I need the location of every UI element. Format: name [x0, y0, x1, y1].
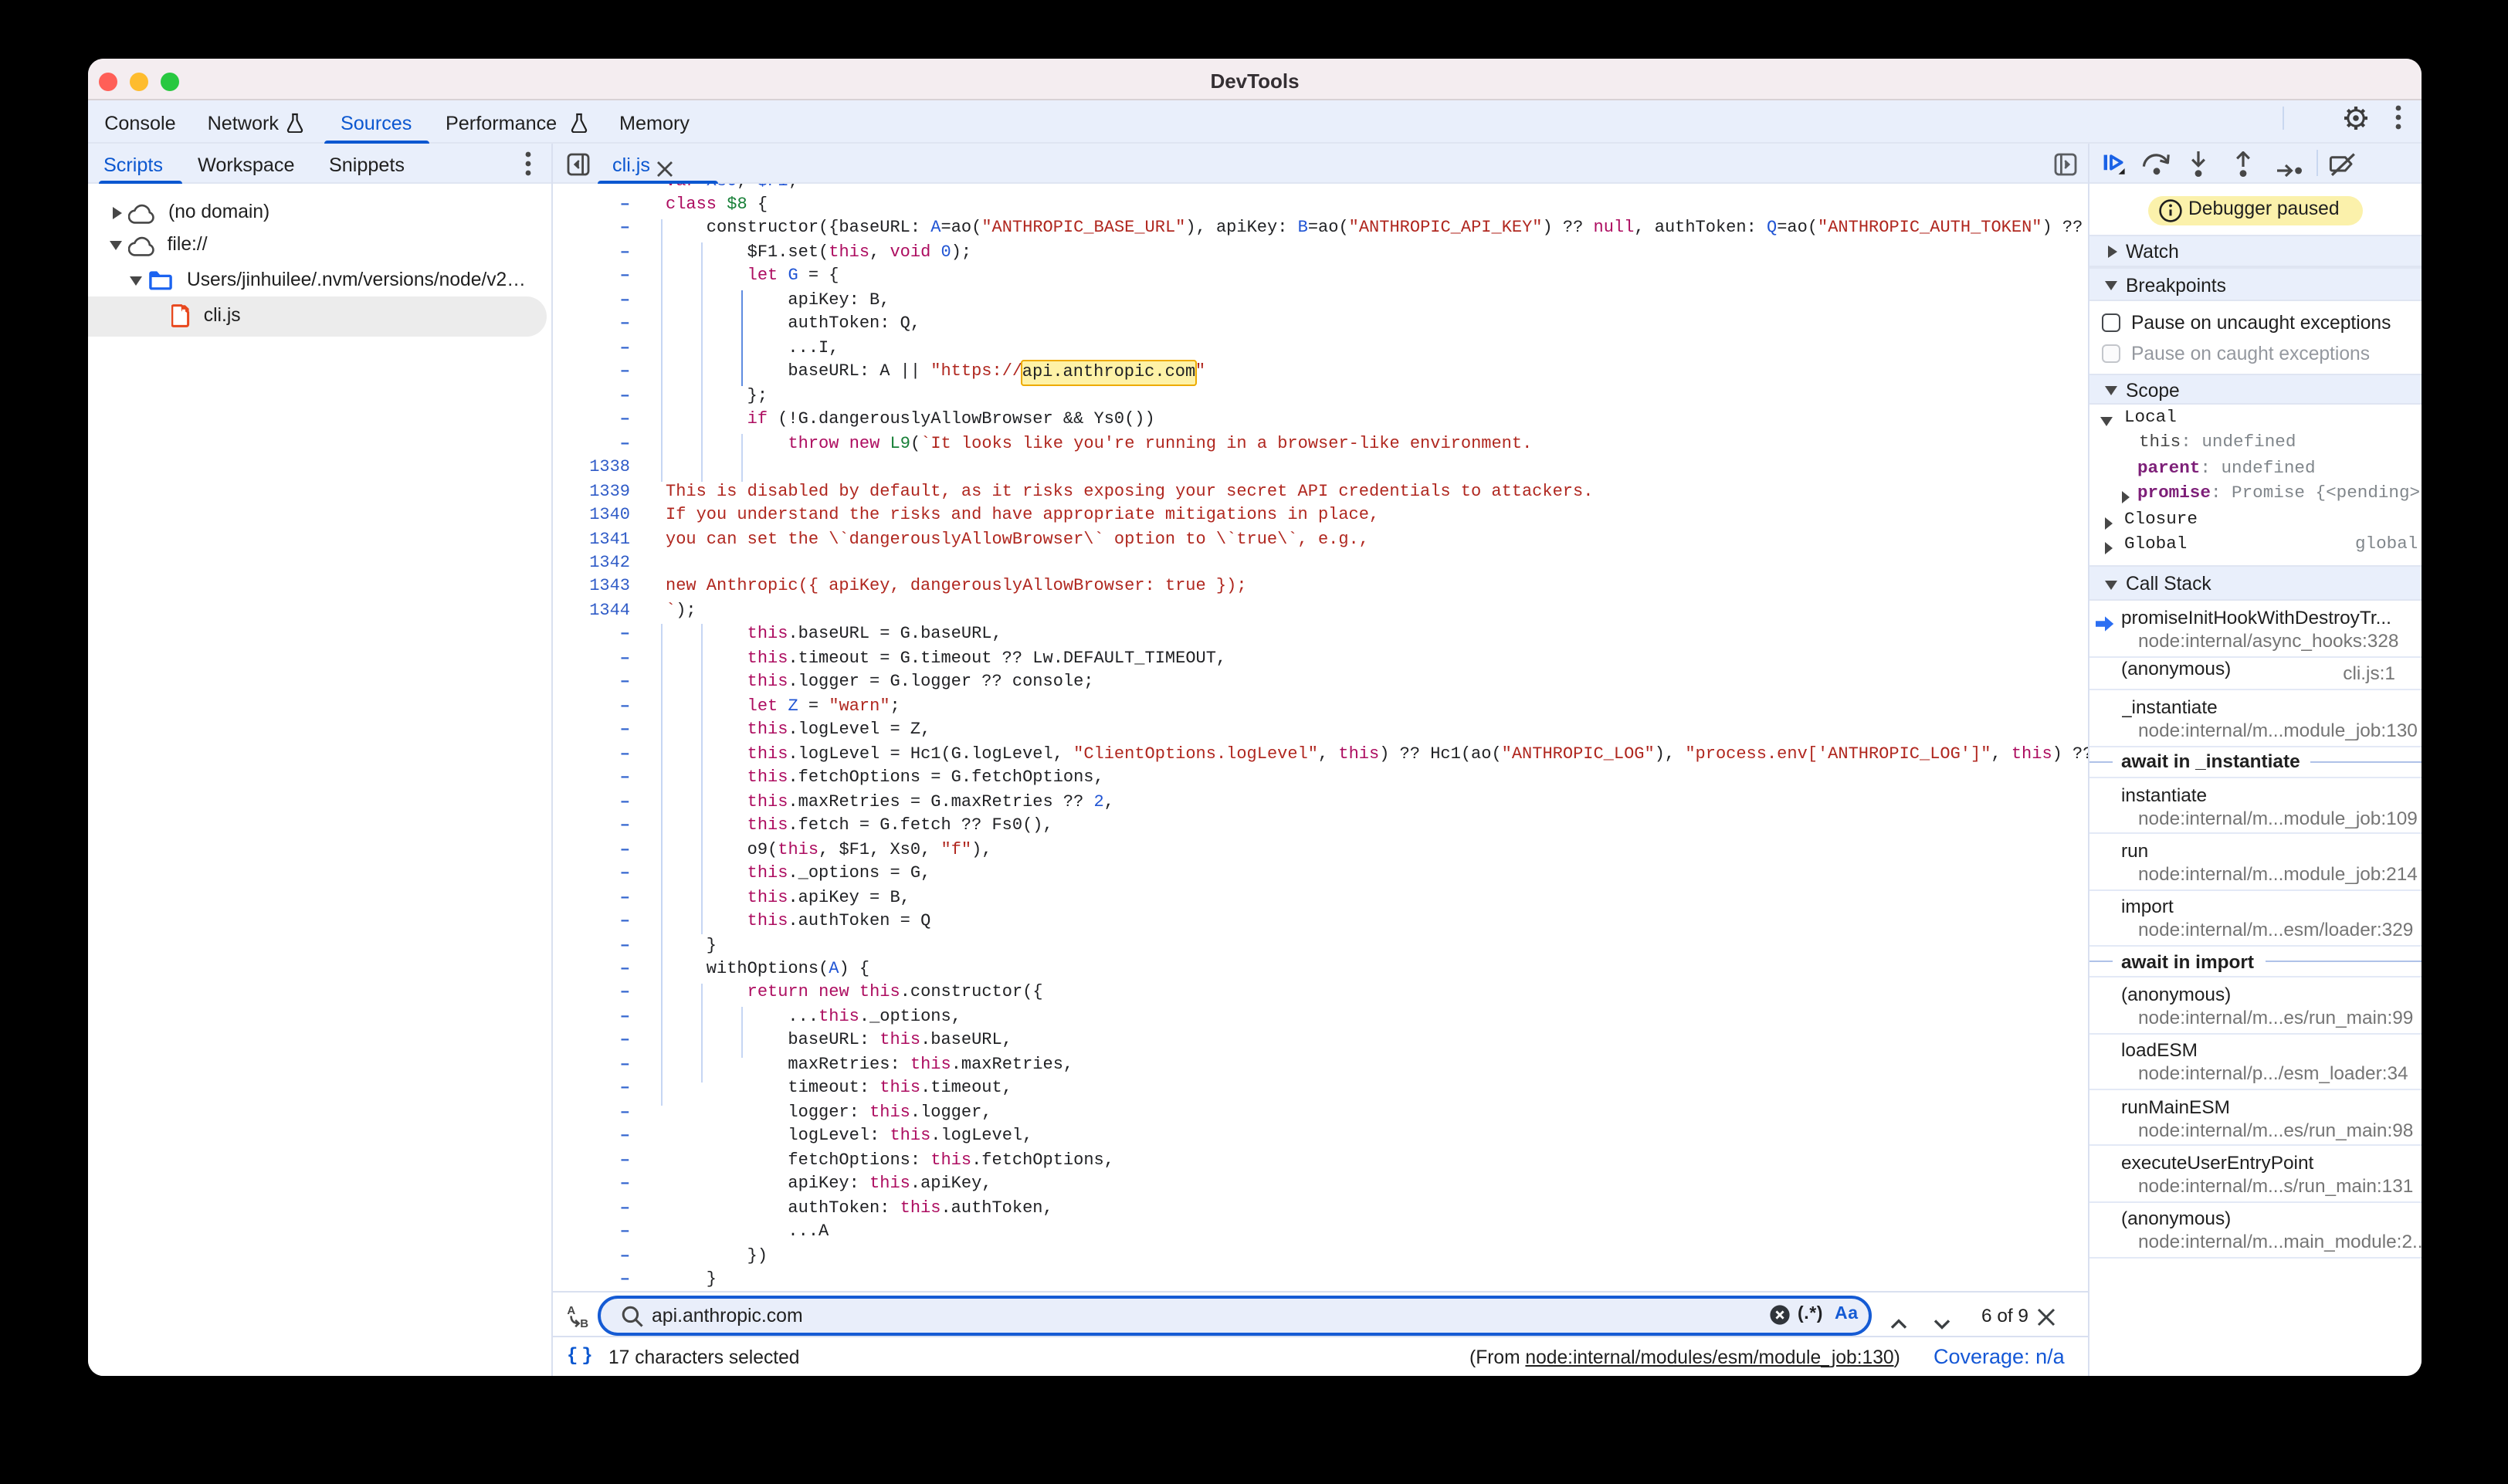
svg-text:A: A: [566, 1304, 574, 1317]
svg-text:B: B: [579, 1317, 588, 1328]
